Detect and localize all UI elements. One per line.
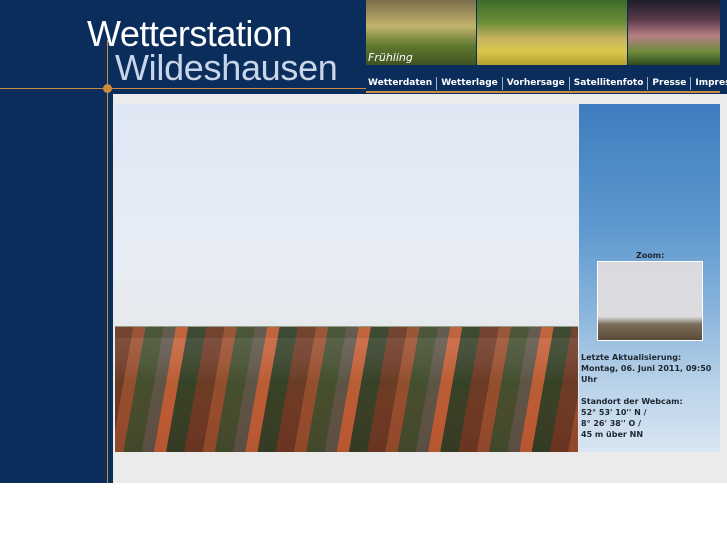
webcam-altitude: 45 m über NN (581, 430, 644, 439)
webcam-location-label: Standort der Webcam: (581, 397, 683, 406)
header-photo-girls-flowers (628, 0, 720, 65)
decorative-horizontal-line (0, 88, 366, 89)
webcam-location: Standort der Webcam: 52° 53' 10'' N / 8°… (581, 396, 719, 440)
zoom-thumbnail[interactable] (597, 261, 703, 341)
last-update-label: Letzte Aktualisierung: (581, 353, 682, 362)
nav-satellitenfoto[interactable]: Satellitenfoto (568, 76, 648, 90)
nav-underline (366, 91, 720, 93)
nav-wetterlage[interactable]: Wetterlage (436, 76, 502, 90)
nav-vorhersage[interactable]: Vorhersage (501, 76, 569, 90)
decorative-vertical-line (107, 40, 108, 483)
nav-presse[interactable]: Presse (647, 76, 690, 90)
last-update-value: Montag, 06. Juni 2011, 09:50 Uhr (581, 364, 712, 384)
webcam-latitude: 52° 53' 10'' N / (581, 408, 647, 417)
nav-wetterdaten[interactable]: Wetterdaten (366, 77, 436, 90)
site-logo-subtitle[interactable]: Wildeshausen (115, 48, 338, 88)
header-photo-children-group (477, 0, 627, 65)
webcam-longitude: 8° 26' 38'' O / (581, 419, 642, 428)
webcam-town-roofs (115, 327, 578, 452)
webcam-image (115, 104, 578, 452)
nav-impressum[interactable]: Impressum (690, 76, 727, 90)
main-navigation: Wetterdaten Wetterlage Vorhersage Satell… (366, 75, 727, 91)
decorative-dot (103, 84, 112, 93)
zoom-label: Zoom: (636, 251, 665, 260)
season-caption: Frühling (368, 51, 413, 64)
last-update: Letzte Aktualisierung: Montag, 06. Juni … (581, 352, 719, 385)
